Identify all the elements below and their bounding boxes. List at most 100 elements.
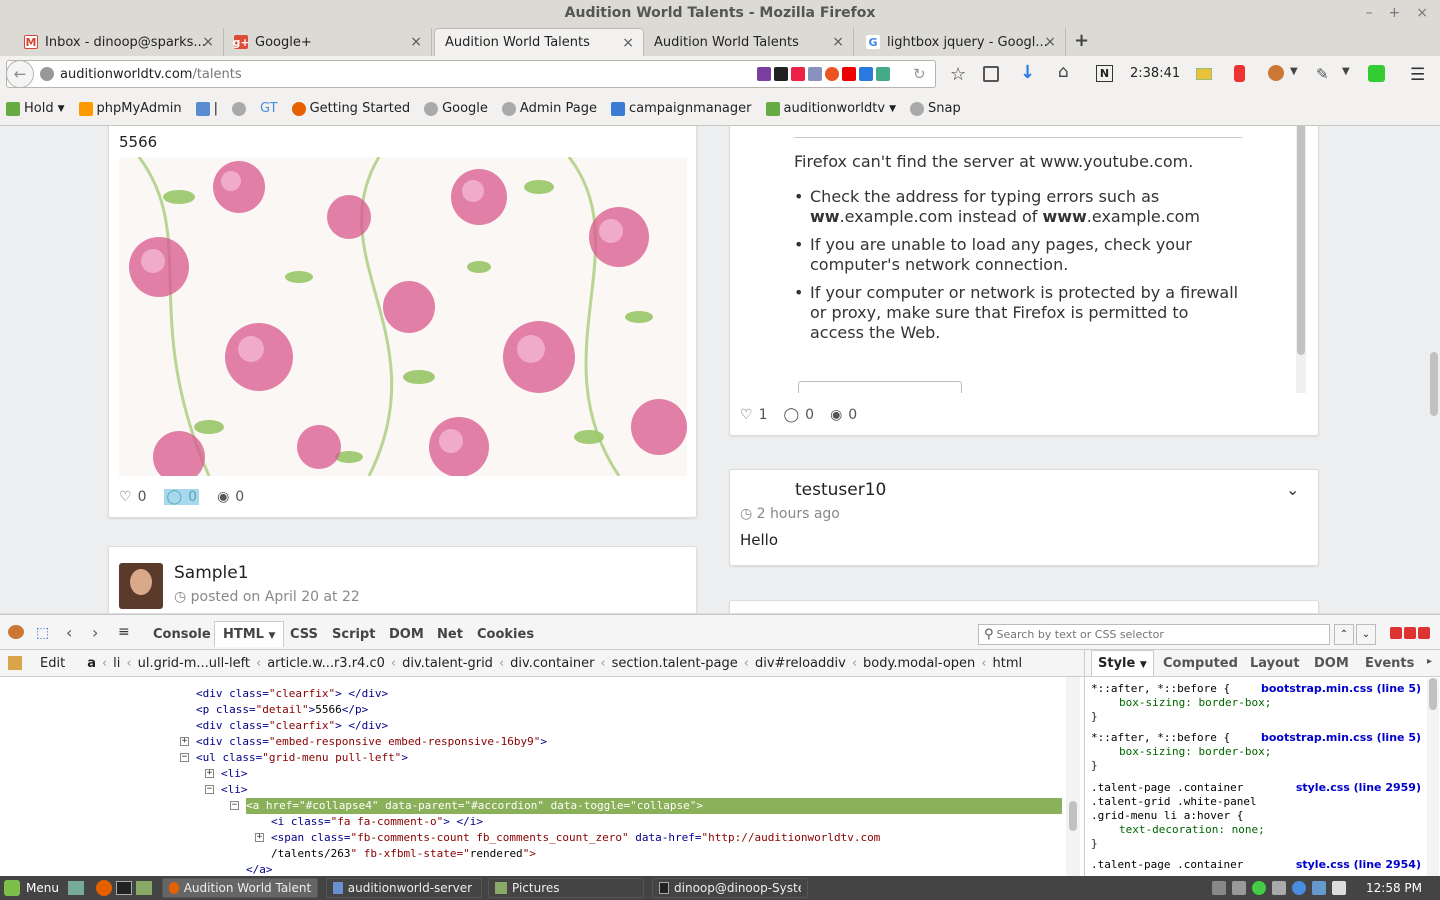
- search-input[interactable]: [996, 628, 1317, 641]
- addon-icon[interactable]: [1234, 65, 1245, 82]
- show-desktop-icon[interactable]: [68, 881, 84, 895]
- mint-menu-icon[interactable]: [4, 880, 20, 896]
- bookmark-folder-auditionworldtv[interactable]: auditionworldtv ▼: [765, 101, 896, 116]
- comment-stat[interactable]: ◯ 0: [164, 489, 200, 505]
- html-node[interactable]: <p class="detail">5566</p>: [196, 702, 368, 718]
- html-node[interactable]: /talents/263" fb-xfbml-state="rendered">: [271, 846, 536, 862]
- html-scrollbar[interactable]: [1066, 677, 1080, 877]
- breadcrumb-item[interactable]: li: [113, 656, 120, 671]
- detach-icon[interactable]: [1404, 627, 1416, 639]
- chevron-down-icon[interactable]: ⌄: [1286, 480, 1299, 499]
- terminal-icon[interactable]: [116, 881, 132, 895]
- taskbar-item-server[interactable]: auditionworld-server - N...: [326, 878, 482, 898]
- avatar[interactable]: [119, 563, 163, 609]
- scrollbar-thumb[interactable]: [1429, 678, 1437, 710]
- taskbar-item-pictures[interactable]: Pictures: [488, 878, 644, 898]
- taskbar-item-firefox[interactable]: Audition World Talents - ...: [162, 878, 318, 898]
- close-tab-icon[interactable]: ×: [1044, 34, 1056, 50]
- close-icon[interactable]: [1418, 627, 1430, 639]
- maximize-icon[interactable]: +: [1389, 5, 1401, 21]
- tab-css[interactable]: CSS: [290, 627, 318, 642]
- addon-n-icon[interactable]: N: [1096, 65, 1113, 82]
- breadcrumb-item[interactable]: div.talent-grid: [402, 656, 493, 671]
- breadcrumb-item[interactable]: ul.grid-m...ull-left: [138, 656, 250, 671]
- page-scrollbar[interactable]: [1428, 126, 1440, 613]
- collapse-icon[interactable]: −: [230, 801, 239, 810]
- bookmark-getting-started[interactable]: Getting Started: [291, 101, 410, 116]
- addon-icon[interactable]: [876, 67, 890, 81]
- close-tab-icon[interactable]: ×: [410, 34, 422, 50]
- bookmark-admin-page[interactable]: Admin Page: [501, 101, 597, 116]
- html-node[interactable]: <ul class="grid-menu pull-left">: [196, 750, 408, 766]
- search-prev-icon[interactable]: ⌃: [1334, 624, 1354, 645]
- css-source-link[interactable]: bootstrap.min.css (line 5): [1261, 682, 1421, 696]
- menu-hamburger-icon[interactable]: ☰: [1410, 65, 1425, 85]
- post-author[interactable]: testuser10: [795, 480, 886, 500]
- tab-google-plus[interactable]: g+ Google+ ×: [224, 28, 432, 56]
- scrollbar-thumb[interactable]: [1069, 801, 1077, 831]
- bookmark-star-icon[interactable]: ☆: [950, 64, 966, 85]
- tab-script[interactable]: Script: [332, 627, 375, 642]
- chrome-icon[interactable]: [1292, 881, 1306, 895]
- expand-icon[interactable]: +: [255, 833, 264, 842]
- forward-icon[interactable]: ›: [92, 623, 98, 642]
- minimize-icon[interactable]: [1390, 627, 1402, 639]
- breadcrumb-item[interactable]: a: [87, 656, 96, 671]
- scrollbar-thumb[interactable]: [1297, 126, 1305, 355]
- comment-stat[interactable]: ◯ 0: [783, 407, 814, 423]
- close-tab-icon[interactable]: ×: [202, 34, 214, 50]
- tab-inbox[interactable]: M Inbox - dinoop@sparks... ×: [14, 28, 224, 56]
- bookmark-campaignmanager[interactable]: campaignmanager: [610, 101, 752, 116]
- tab-net[interactable]: Net: [437, 627, 463, 642]
- ubuntu-icon[interactable]: [825, 67, 839, 81]
- css-property[interactable]: box-sizing: border-box;: [1119, 745, 1271, 758]
- view-stat[interactable]: ◉ 0: [217, 489, 244, 505]
- user-icon[interactable]: [1212, 881, 1226, 895]
- expand-icon[interactable]: +: [180, 737, 189, 746]
- search-next-icon[interactable]: ⌄: [1356, 624, 1376, 645]
- inspect-icon[interactable]: ⬚: [36, 625, 49, 641]
- html-node[interactable]: <div class="clearfix"> </div>: [196, 686, 388, 702]
- tab-cookies[interactable]: Cookies: [477, 627, 534, 642]
- addon-icon[interactable]: [859, 67, 873, 81]
- url-text[interactable]: auditionworldtv.com/talents: [60, 67, 242, 82]
- tools-icon[interactable]: ✎: [1316, 65, 1329, 83]
- scrollbar-thumb[interactable]: [1430, 352, 1438, 416]
- css-scrollbar[interactable]: [1427, 678, 1439, 877]
- html-node[interactable]: <span class="fb-comments-count fb_commen…: [271, 830, 880, 846]
- chevron-down-icon[interactable]: ▼: [1290, 66, 1298, 77]
- like-stat[interactable]: ♡ 0: [119, 489, 146, 505]
- firebug-search[interactable]: ⚲: [978, 624, 1330, 645]
- download-icon[interactable]: ↓: [1020, 62, 1035, 83]
- tab-dom[interactable]: DOM: [389, 627, 424, 642]
- url-bar[interactable]: ← auditionworldtv.com/talents ↻: [6, 60, 936, 88]
- css-source-link[interactable]: style.css (line 2954): [1296, 858, 1421, 872]
- side-tab-dom[interactable]: DOM: [1314, 656, 1349, 671]
- volume-icon[interactable]: [1232, 881, 1246, 895]
- bookmark-phpmyadmin[interactable]: phpMyAdmin: [78, 101, 182, 116]
- breadcrumb-item[interactable]: body.modal-open: [863, 656, 975, 671]
- edit-button[interactable]: Edit: [40, 656, 65, 671]
- tab-console[interactable]: Console: [153, 627, 211, 642]
- menu-button[interactable]: Menu: [26, 881, 59, 895]
- battery-icon[interactable]: [1332, 881, 1346, 895]
- breadcrumb-item[interactable]: section.talent-page: [612, 656, 738, 671]
- css-property[interactable]: box-sizing: border-box;: [1119, 696, 1271, 709]
- bookmark-gt[interactable]: GT: [260, 101, 278, 116]
- css-source-link[interactable]: bootstrap.min.css (line 5): [1261, 731, 1421, 745]
- post-author[interactable]: Sample1: [174, 563, 249, 583]
- back-icon[interactable]: ‹: [66, 623, 72, 642]
- html-node[interactable]: <div class="clearfix"> </div>: [196, 718, 388, 734]
- addon-icon[interactable]: [774, 67, 788, 81]
- breadcrumb-item[interactable]: html: [992, 656, 1022, 671]
- collapse-icon[interactable]: −: [180, 753, 189, 762]
- addon-icon[interactable]: [1196, 68, 1212, 80]
- chevron-down-icon[interactable]: ▼: [1342, 66, 1350, 77]
- view-stat[interactable]: ◉ 0: [830, 407, 857, 423]
- new-tab-icon[interactable]: +: [1074, 30, 1089, 51]
- close-tab-icon[interactable]: ×: [832, 34, 844, 50]
- minimize-icon[interactable]: –: [1366, 5, 1373, 21]
- close-tab-icon[interactable]: ×: [622, 35, 634, 51]
- like-stat[interactable]: ♡ 1: [740, 407, 767, 423]
- side-tab-style[interactable]: Style ▼: [1091, 650, 1154, 676]
